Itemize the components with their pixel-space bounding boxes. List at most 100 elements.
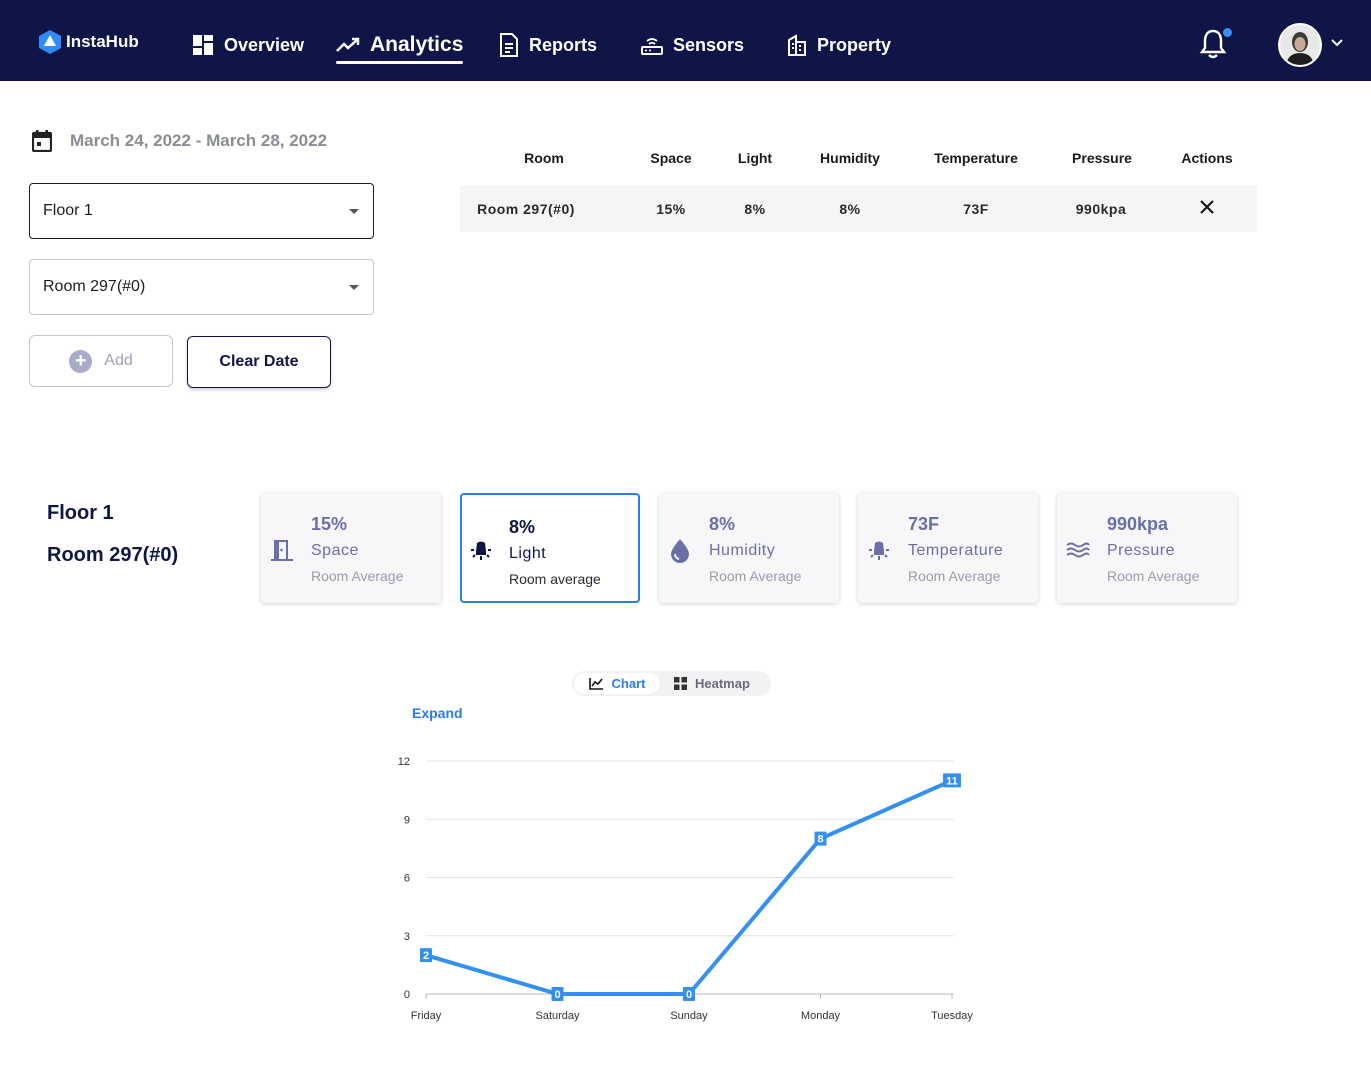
metric-sub: Room average: [509, 571, 601, 587]
metric-card-temperature[interactable]: 73F Temperature Room Average: [858, 493, 1038, 603]
table-cell-temperature: 73F: [963, 201, 989, 217]
nav-label: Reports: [529, 34, 598, 55]
line-chart-icon: [588, 678, 603, 690]
room-select-value: Room 297(#0): [43, 278, 146, 295]
metric-card-pressure[interactable]: 990kpa Pressure Room Average: [1057, 493, 1237, 603]
summary-floor: Floor 1: [47, 502, 114, 524]
metric-value: 15%: [311, 514, 348, 534]
date-range-text: March 24, 2022 - March 28, 2022: [70, 131, 328, 150]
summary-room: Room 297(#0): [47, 544, 179, 566]
table-cell-pressure: 990kpa: [1075, 201, 1127, 217]
room-select[interactable]: Room 297(#0): [29, 259, 374, 315]
table-cell-space: 15%: [656, 201, 686, 217]
nav-item-overview[interactable]: Overview: [192, 30, 304, 60]
data-label: 8: [817, 834, 823, 846]
top-nav: InstaHub Overview Analytics Reports Sens…: [0, 0, 1371, 81]
table-header: Light: [737, 150, 773, 166]
avatar[interactable]: [1278, 23, 1322, 67]
table-cell-light: 8%: [744, 201, 766, 217]
add-button-label: Add: [104, 352, 133, 369]
door-icon: [271, 540, 293, 561]
hub-logo-icon: [39, 30, 61, 54]
expand-link[interactable]: Expand: [412, 705, 463, 721]
clear-date-label: Clear Date: [219, 353, 299, 370]
y-tick-label: 3: [404, 931, 410, 943]
nav-label: Property: [817, 34, 892, 55]
metric-label: Space: [311, 542, 359, 559]
table-header: Room: [524, 150, 564, 166]
heatmap-view-button[interactable]: Heatmap: [674, 673, 750, 694]
metric-value: 990kpa: [1107, 514, 1169, 534]
trending-up-icon: [336, 37, 360, 52]
table-header: Humidity: [820, 150, 880, 166]
metric-sub: Room Average: [1107, 568, 1200, 584]
grid-icon: [674, 677, 687, 690]
table-header: Space: [650, 150, 692, 166]
lightbulb-icon: [869, 541, 889, 560]
table-header: Pressure: [1072, 150, 1132, 166]
metric-sub: Room Average: [709, 568, 802, 584]
metric-label: Temperature: [908, 542, 1004, 559]
metric-value: 8%: [509, 517, 536, 537]
metric-sub: Room Average: [908, 568, 1001, 584]
metric-value: 8%: [709, 514, 736, 534]
x-tick-label: Sunday: [670, 1010, 708, 1022]
nav-item-property[interactable]: Property: [787, 30, 891, 60]
light-line-chart: 0 3 6 9 12 Friday Saturday Sunday Monday Tuesday 2…: [398, 756, 974, 1022]
nav-label: Sensors: [673, 34, 745, 55]
clear-date-button[interactable]: Clear Date: [187, 336, 331, 388]
metric-label: Pressure: [1107, 542, 1176, 559]
chevron-down-icon[interactable]: [1330, 38, 1344, 48]
nav-label: Overview: [224, 34, 305, 55]
metric-value: 73F: [908, 514, 940, 534]
date-range-picker[interactable]: March 24, 2022 - March 28, 2022: [32, 130, 327, 152]
x-tick-label: Tuesday: [931, 1010, 973, 1022]
table-header: Temperature: [934, 150, 1018, 166]
nav-item-reports[interactable]: Reports: [499, 30, 597, 60]
nav-item-analytics[interactable]: Analytics: [336, 30, 464, 64]
floor-select-value: Floor 1: [43, 202, 93, 219]
add-button[interactable]: + Add: [29, 335, 173, 387]
building-icon: [788, 34, 806, 56]
data-label: 0: [554, 989, 560, 1001]
y-tick-label: 6: [404, 873, 410, 885]
water-drop-icon: [671, 539, 689, 563]
metric-label: Light: [509, 545, 547, 562]
metric-label: Humidity: [709, 542, 776, 559]
y-tick-label: 12: [398, 756, 410, 768]
heatmap-view-label: Heatmap: [695, 676, 750, 691]
metric-card-light[interactable]: 8% Light Room average: [460, 493, 640, 603]
user-photo-icon: [1280, 25, 1320, 65]
series-line: [425, 778, 953, 996]
remove-row-icon[interactable]: [1198, 198, 1216, 216]
chart-view-button[interactable]: Chart: [574, 673, 660, 694]
floor-select[interactable]: Floor 1: [29, 183, 374, 239]
app-logo[interactable]: InstaHub: [36, 28, 139, 56]
table-cell-room: Room 297(#0): [477, 201, 575, 217]
metric-card-humidity[interactable]: 8% Humidity Room Average: [659, 493, 839, 603]
data-label: 2: [423, 950, 429, 962]
dropdown-arrow-icon: [349, 285, 359, 290]
x-tick-label: Monday: [801, 1010, 841, 1022]
nav-label: Analytics: [370, 33, 464, 56]
router-icon: [641, 38, 663, 55]
nav-item-sensors[interactable]: Sensors: [641, 30, 744, 60]
active-tab-indicator: [336, 61, 464, 64]
lightbulb-icon: [471, 541, 491, 560]
chart-view-label: Chart: [611, 676, 646, 691]
plus-icon: +: [69, 349, 93, 373]
x-tick-label: Friday: [411, 1010, 442, 1022]
document-icon: [500, 33, 518, 57]
metric-card-space[interactable]: 15% Space Room Average: [261, 493, 441, 603]
data-label: 0: [686, 989, 692, 1001]
calendar-icon: [32, 130, 52, 152]
view-toggle: Chart Heatmap: [572, 671, 771, 696]
table-header: Actions: [1181, 150, 1233, 166]
waves-icon: [1066, 542, 1090, 558]
app-name: InstaHub: [66, 32, 139, 51]
dashboard-icon: [193, 35, 213, 55]
x-tick-label: Saturday: [535, 1010, 580, 1022]
data-label: 11: [946, 775, 958, 787]
metric-sub: Room Average: [311, 568, 404, 584]
y-tick-label: 0: [404, 989, 410, 1001]
